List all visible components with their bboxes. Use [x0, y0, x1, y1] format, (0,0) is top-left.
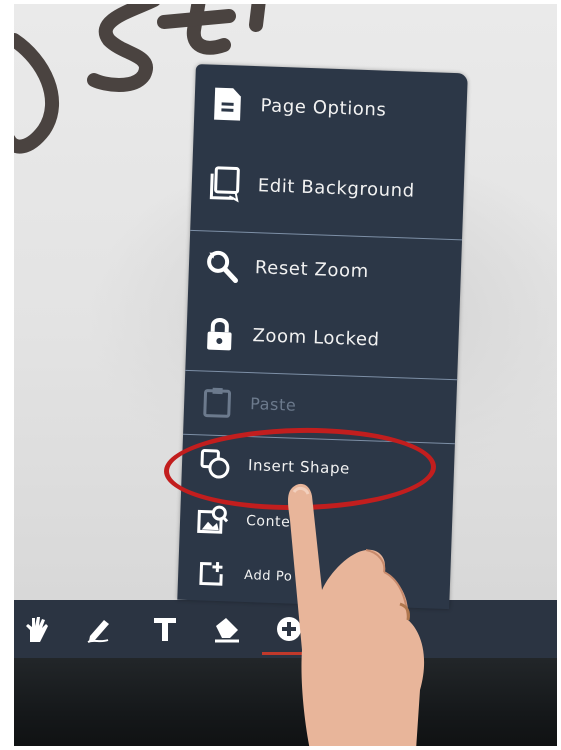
lock-icon — [200, 314, 239, 353]
pointing-hand — [288, 483, 425, 750]
text-icon[interactable] — [148, 612, 182, 646]
menu-divider — [185, 369, 458, 381]
photo-border — [0, 746, 561, 750]
photo-border — [0, 0, 561, 4]
menu-item-label: Reset Zoom — [254, 256, 370, 282]
zoom-reset-icon — [202, 246, 241, 285]
add-page-icon — [192, 554, 231, 593]
background-icon — [205, 164, 244, 203]
hand-icon[interactable] — [20, 612, 54, 646]
photo-border — [0, 0, 14, 750]
menu-item-edit-background[interactable]: Edit Background — [191, 164, 464, 211]
menu-item-label: Zoom Locked — [252, 324, 380, 351]
clipboard-icon — [198, 382, 237, 421]
menu-item-reset-zoom[interactable]: Reset Zoom — [188, 246, 461, 293]
pen-icon[interactable] — [82, 612, 116, 646]
menu-item-label: Page Options — [260, 94, 387, 121]
menu-item-zoom-locked[interactable]: Zoom Locked — [186, 314, 459, 361]
page-icon — [208, 84, 247, 123]
photo-border — [557, 0, 561, 750]
menu-item-label: Paste — [249, 393, 297, 415]
menu-item-paste[interactable]: Paste — [184, 382, 457, 429]
menu-item-label: Edit Background — [257, 174, 416, 202]
menu-item-page-options[interactable]: Page Options — [194, 84, 467, 131]
eraser-icon[interactable] — [210, 612, 244, 646]
menu-divider — [190, 229, 463, 241]
image-search-icon — [193, 500, 232, 539]
